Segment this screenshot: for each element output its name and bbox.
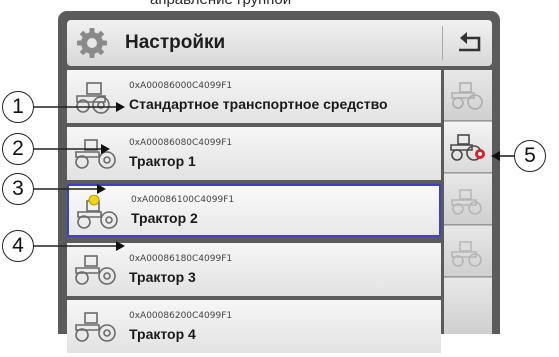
- active-dot-icon: [88, 195, 100, 206]
- activate-vehicle-button[interactable]: [444, 122, 492, 173]
- vehicle-row-tractor-3[interactable]: 0xA00086180C4099F1 Трактор 3: [67, 243, 441, 296]
- callout-5: 5: [514, 140, 546, 172]
- select-vehicle-button[interactable]: [444, 70, 492, 121]
- tractor-active-icon: [77, 195, 118, 229]
- vehicle-list: 0xA00086000C4099F1 Стандартное транспорт…: [67, 70, 441, 357]
- back-button[interactable]: [447, 23, 491, 63]
- page-title: Настройки: [125, 32, 226, 53]
- vehicle-row-standard[interactable]: 0xA00086000C4099F1 Стандартное транспорт…: [67, 70, 441, 123]
- edit-vehicle-button[interactable]: [444, 174, 492, 225]
- vehicle-row-tractor-2[interactable]: 0xA00086100C4099F1 Трактор 2: [67, 184, 441, 237]
- vehicle-row-tractor-4[interactable]: 0xA00086200C4099F1 Трактор 4: [67, 300, 441, 353]
- callout-1: 1: [2, 91, 34, 123]
- tractor-settings-icon: [75, 312, 116, 342]
- row-name: Трактор 2: [131, 210, 198, 226]
- tractor-icon: [451, 82, 483, 110]
- tractor-edit-icon: [451, 189, 482, 215]
- row-id: 0xA00086180C4099F1: [129, 254, 233, 264]
- header-divider: [442, 26, 443, 60]
- gear-icon: [77, 28, 107, 58]
- row-id: 0xA00086000C4099F1: [129, 81, 233, 91]
- tractor-settings-icon: [75, 255, 116, 285]
- empty-side-button[interactable]: [444, 278, 492, 334]
- tractor-settings-icon: [75, 139, 116, 169]
- callout-4: 4: [2, 230, 34, 262]
- row-name: Трактор 1: [129, 153, 196, 169]
- callout-3: 3: [2, 173, 34, 205]
- row-id: 0xA00086200C4099F1: [129, 311, 233, 321]
- top-caption-text: аправление группой: [150, 0, 291, 8]
- tractor-activate-icon: [450, 134, 485, 161]
- row-name: Стандартное транспортное средство: [129, 96, 388, 112]
- back-arrow-icon: [459, 32, 481, 52]
- vehicle-row-tractor-1[interactable]: 0xA00086080C4099F1 Трактор 1: [67, 127, 441, 180]
- tractor-icon: [76, 82, 110, 114]
- row-name: Трактор 4: [129, 326, 196, 342]
- row-id: 0xA00086100C4099F1: [131, 195, 235, 205]
- header-bar: Настройки: [67, 20, 492, 66]
- side-toolbar: [444, 70, 492, 334]
- callout-2: 2: [2, 133, 34, 165]
- row-name: Трактор 3: [129, 269, 196, 285]
- tractor-delete-icon: [451, 241, 482, 267]
- delete-vehicle-button[interactable]: [444, 226, 492, 277]
- row-id: 0xA00086080C4099F1: [129, 138, 233, 148]
